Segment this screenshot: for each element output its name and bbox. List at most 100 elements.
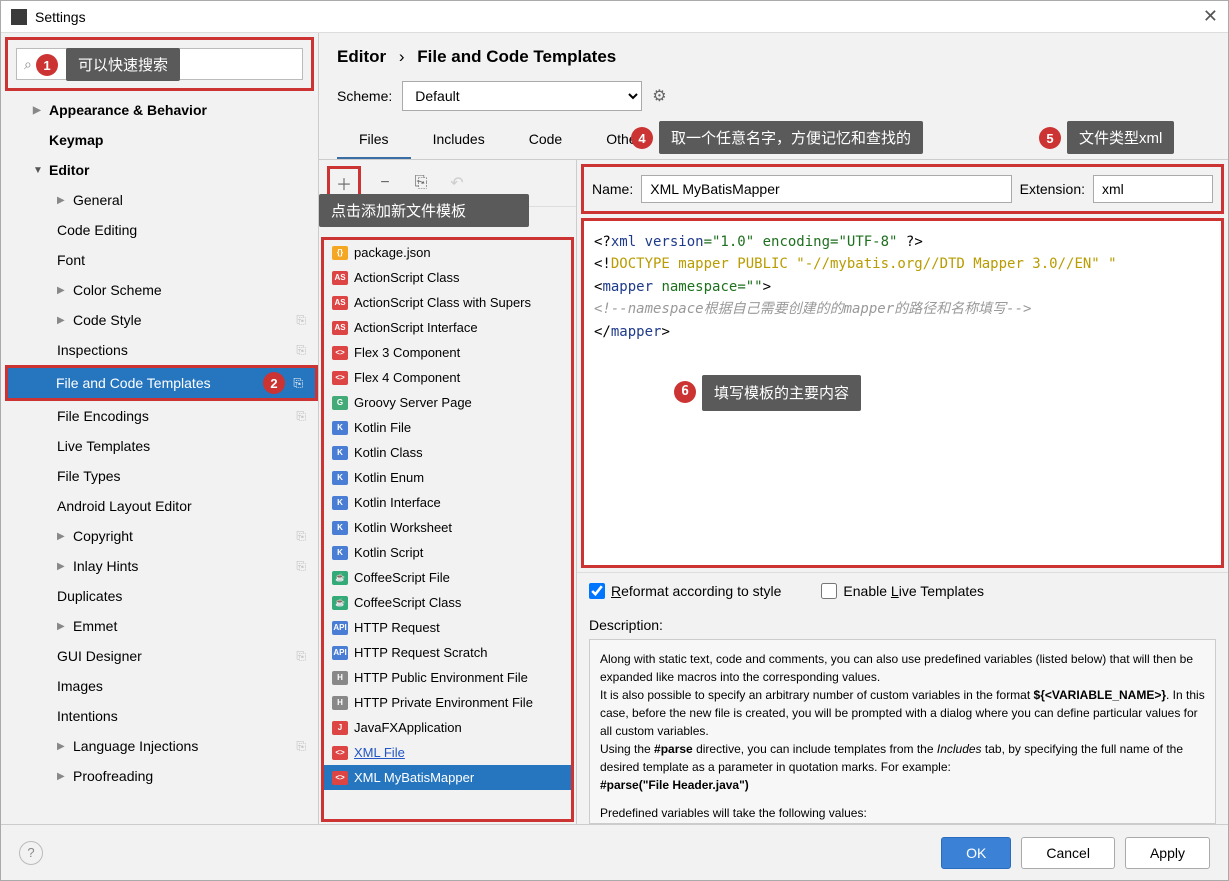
template-list[interactable]: {}package.jsonASActionScript ClassASActi… — [321, 237, 574, 822]
xml-icon: <> — [332, 771, 348, 785]
tree-inlay-hints[interactable]: ▶Inlay Hints⎘ — [9, 551, 318, 581]
template-item[interactable]: KKotlin Script — [324, 540, 571, 565]
tree-file-code-templates[interactable]: File and Code Templates 2 ⎘ — [8, 368, 315, 398]
checkbox-row: Reformat according to style Enable Live … — [577, 572, 1228, 609]
tree-keymap[interactable]: Keymap — [9, 125, 318, 155]
add-button[interactable]: ＋ — [332, 171, 356, 195]
tree-editor[interactable]: ▼Editor — [9, 155, 318, 185]
badge-5: 5 — [1039, 127, 1061, 149]
as-icon: AS — [332, 271, 348, 285]
template-label: CoffeeScript File — [354, 570, 450, 585]
tree-file-encodings[interactable]: File Encodings⎘ — [9, 401, 318, 431]
tree-gui-designer[interactable]: GUI Designer⎘ — [9, 641, 318, 671]
tree-font[interactable]: Font — [9, 245, 318, 275]
scheme-row: Scheme: Default ⚙ — [319, 75, 1228, 121]
template-item[interactable]: GGroovy Server Page — [324, 390, 571, 415]
template-item[interactable]: <>XML File — [324, 740, 571, 765]
template-item[interactable]: {}package.json — [324, 240, 571, 265]
kt-icon: K — [332, 546, 348, 560]
tree-appearance[interactable]: ▶Appearance & Behavior — [9, 95, 318, 125]
template-item[interactable]: APIHTTP Request — [324, 615, 571, 640]
tree-emmet[interactable]: ▶Emmet — [9, 611, 318, 641]
cancel-button[interactable]: Cancel — [1021, 837, 1115, 869]
api-icon: API — [332, 646, 348, 660]
template-item[interactable]: <>Flex 4 Component — [324, 365, 571, 390]
tree-lang-injections[interactable]: ▶Language Injections⎘ — [9, 731, 318, 761]
tab-files[interactable]: Files — [337, 121, 411, 159]
kt-icon: K — [332, 471, 348, 485]
breadcrumb: Editor › File and Code Templates — [319, 33, 1228, 75]
template-item[interactable]: ASActionScript Class with Supers — [324, 290, 571, 315]
toolbar: ＋ − ⎘ ↶ 3 点击添加新文件模板 — [319, 160, 576, 207]
live-check[interactable] — [821, 583, 837, 599]
tree-duplicates[interactable]: Duplicates — [9, 581, 318, 611]
copy-button[interactable]: ⎘ — [409, 171, 433, 195]
template-item[interactable]: ASActionScript Class — [324, 265, 571, 290]
template-item[interactable]: <> XML MyBatisMapper — [324, 765, 571, 790]
apply-button[interactable]: Apply — [1125, 837, 1210, 869]
code-editor[interactable]: <?xml version="1.0" encoding="UTF-8" ?> … — [581, 218, 1224, 568]
tree-live-templates[interactable]: Live Templates — [9, 431, 318, 461]
template-item[interactable]: KKotlin File — [324, 415, 571, 440]
template-item[interactable]: ☕CoffeeScript Class — [324, 590, 571, 615]
tree-general[interactable]: ▶General — [9, 185, 318, 215]
close-icon[interactable]: ✕ — [1203, 6, 1218, 27]
annotation-4: 取一个任意名字，方便记忆和查找的 — [659, 121, 923, 154]
body: ⌕ 1 可以快速搜索 ▶Appearance & Behavior Keymap… — [1, 33, 1228, 824]
reformat-checkbox[interactable]: Reformat according to style — [589, 583, 781, 599]
tree-copyright[interactable]: ▶Copyright⎘ — [9, 521, 318, 551]
coffee-icon: ☕ — [332, 596, 348, 610]
template-item[interactable]: HHTTP Public Environment File — [324, 665, 571, 690]
tree-code-editing[interactable]: Code Editing — [9, 215, 318, 245]
live-templates-checkbox[interactable]: Enable Live Templates — [821, 583, 984, 599]
badge-6: 6 — [674, 381, 696, 403]
template-item[interactable]: ☕CoffeeScript File — [324, 565, 571, 590]
template-item[interactable]: KKotlin Interface — [324, 490, 571, 515]
tree-file-types[interactable]: File Types — [9, 461, 318, 491]
annotation-1: 可以快速搜索 — [66, 48, 180, 81]
gear-icon[interactable]: ⚙ — [652, 86, 666, 106]
tree-code-style[interactable]: ▶Code Style⎘ — [9, 305, 318, 335]
tree-inspections[interactable]: Inspections⎘ — [9, 335, 318, 365]
search-wrap: ⌕ 1 可以快速搜索 — [5, 37, 314, 91]
template-item[interactable]: <>Flex 3 Component — [324, 340, 571, 365]
ext-input[interactable] — [1093, 175, 1213, 203]
template-label: Flex 3 Component — [354, 345, 460, 360]
template-item[interactable]: ASActionScript Interface — [324, 315, 571, 340]
settings-tree[interactable]: ▶Appearance & Behavior Keymap ▼Editor ▶G… — [1, 95, 318, 824]
template-label: Kotlin Class — [354, 445, 423, 460]
template-item[interactable]: KKotlin Worksheet — [324, 515, 571, 540]
selected-outline: File and Code Templates 2 ⎘ — [5, 365, 318, 401]
template-item[interactable]: HHTTP Private Environment File — [324, 690, 571, 715]
xml-icon: <> — [332, 746, 348, 760]
tree-android-layout[interactable]: Android Layout Editor — [9, 491, 318, 521]
scheme-select[interactable]: Default — [402, 81, 642, 111]
undo-button[interactable]: ↶ — [445, 171, 469, 195]
tree-proofreading[interactable]: ▶Proofreading — [9, 761, 318, 791]
tab-includes[interactable]: Includes — [411, 121, 507, 159]
flex-icon: <> — [332, 371, 348, 385]
copy-icon: ⎘ — [296, 529, 306, 544]
tree-color-scheme[interactable]: ▶Color Scheme — [9, 275, 318, 305]
template-item[interactable]: JJavaFXApplication — [324, 715, 571, 740]
template-label: XML MyBatisMapper — [354, 770, 474, 785]
chevron-right-icon: › — [399, 47, 405, 66]
reformat-check[interactable] — [589, 583, 605, 599]
tab-code[interactable]: Code — [507, 121, 584, 159]
footer: ? OK Cancel Apply — [1, 824, 1228, 880]
template-item[interactable]: K Kotlin Class — [324, 440, 571, 465]
kt-icon: K — [332, 446, 348, 460]
description-text[interactable]: Along with static text, code and comment… — [589, 639, 1216, 824]
ok-button[interactable]: OK — [941, 837, 1011, 869]
template-item[interactable]: KKotlin Enum — [324, 465, 571, 490]
template-label: HTTP Private Environment File — [354, 695, 533, 710]
annotation-3: 点击添加新文件模板 — [319, 194, 529, 227]
template-item[interactable]: APIHTTP Request Scratch — [324, 640, 571, 665]
name-input[interactable] — [641, 175, 1011, 203]
tree-images[interactable]: Images — [9, 671, 318, 701]
help-button[interactable]: ? — [19, 841, 43, 865]
api-icon: API — [332, 621, 348, 635]
as-icon: AS — [332, 296, 348, 310]
tree-intentions[interactable]: Intentions — [9, 701, 318, 731]
remove-button[interactable]: − — [373, 171, 397, 195]
